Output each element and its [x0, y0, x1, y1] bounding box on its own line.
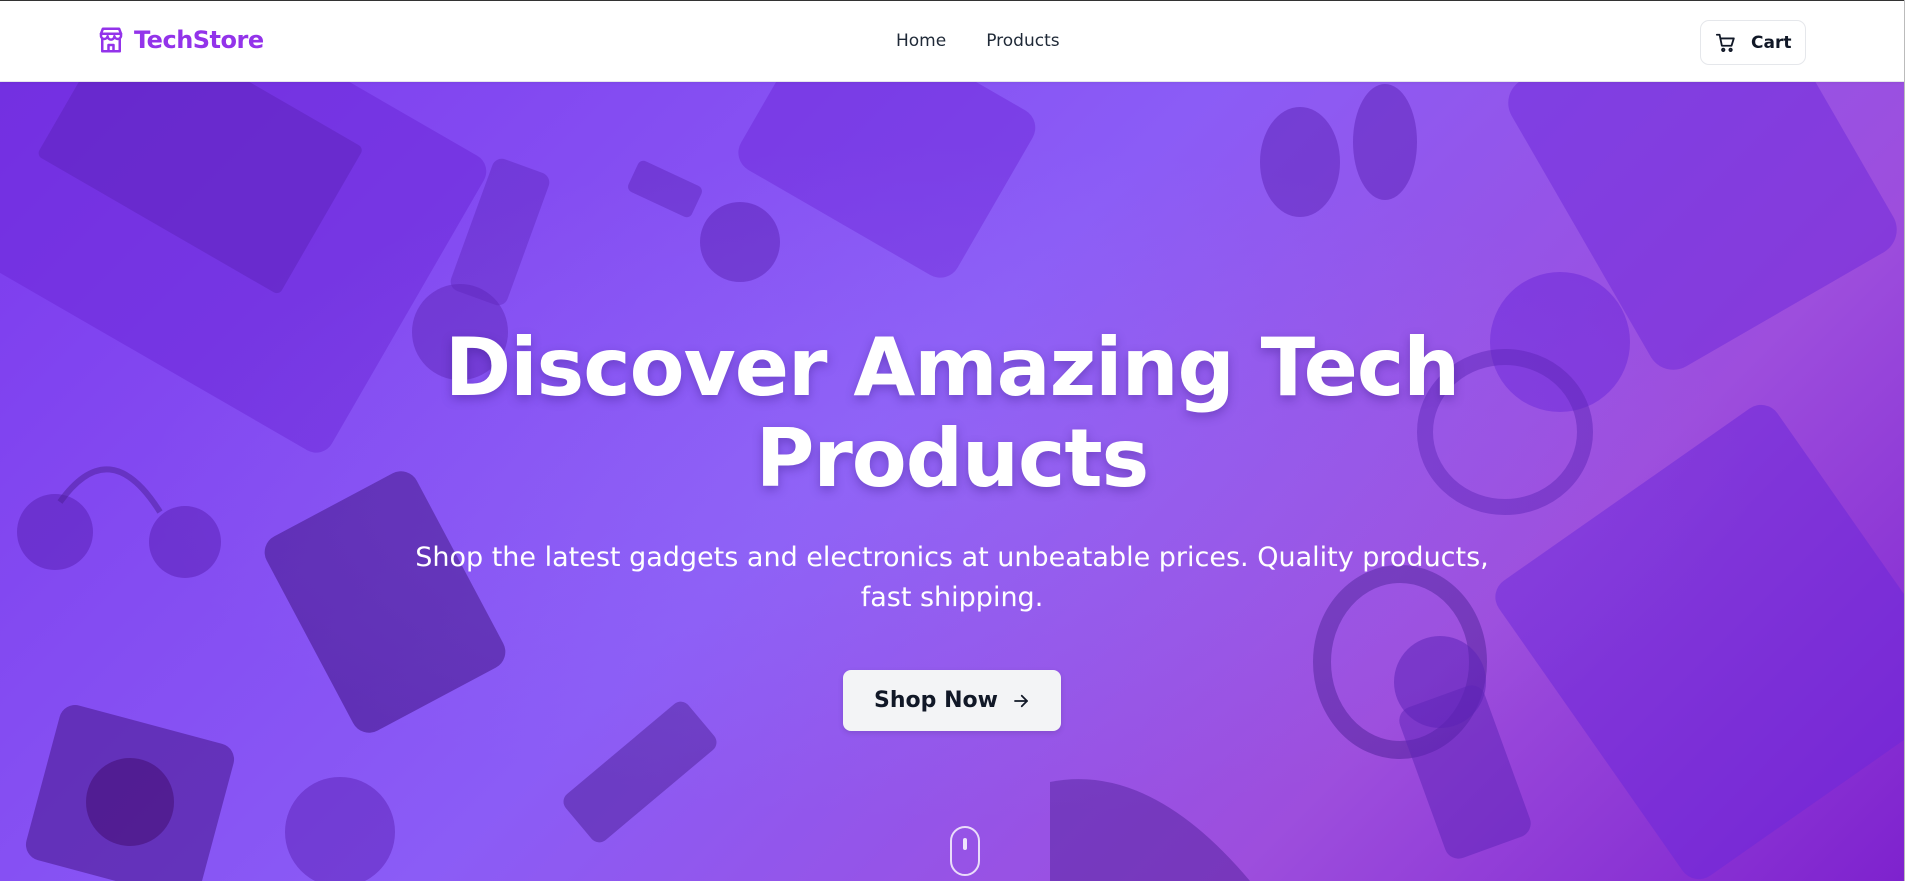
- arrow-right-icon: [1014, 694, 1028, 707]
- shopping-cart-icon: [1715, 33, 1735, 52]
- shop-now-button[interactable]: Shop Now: [843, 670, 1061, 731]
- site-header: TechStore Home Products Cart: [0, 0, 1905, 82]
- hero-title-line-1: Discover Amazing Tech: [444, 321, 1460, 414]
- scroll-wheel-dot: [963, 838, 967, 850]
- hero-section: Discover Amazing Tech Products Shop the …: [0, 82, 1904, 881]
- cart-label: Cart: [1751, 32, 1792, 53]
- mouse-scroll-icon[interactable]: [950, 826, 980, 876]
- nav-link-products[interactable]: Products: [986, 31, 1059, 51]
- hero-title-line-2: Products: [755, 412, 1150, 505]
- hero-subtitle: Shop the latest gadgets and electronics …: [415, 542, 1489, 613]
- hero-content: Discover Amazing Tech Products Shop the …: [352, 322, 1552, 731]
- brand-name: TechStore: [134, 26, 264, 54]
- store-icon: [99, 27, 123, 53]
- main-nav: Home Products: [896, 31, 1060, 51]
- cart-button[interactable]: Cart: [1700, 20, 1806, 65]
- brand-logo-link[interactable]: TechStore: [96, 25, 264, 55]
- shop-now-label: Shop Now: [874, 688, 998, 713]
- nav-link-home[interactable]: Home: [896, 31, 946, 51]
- hero-title: Discover Amazing Tech Products: [352, 322, 1552, 504]
